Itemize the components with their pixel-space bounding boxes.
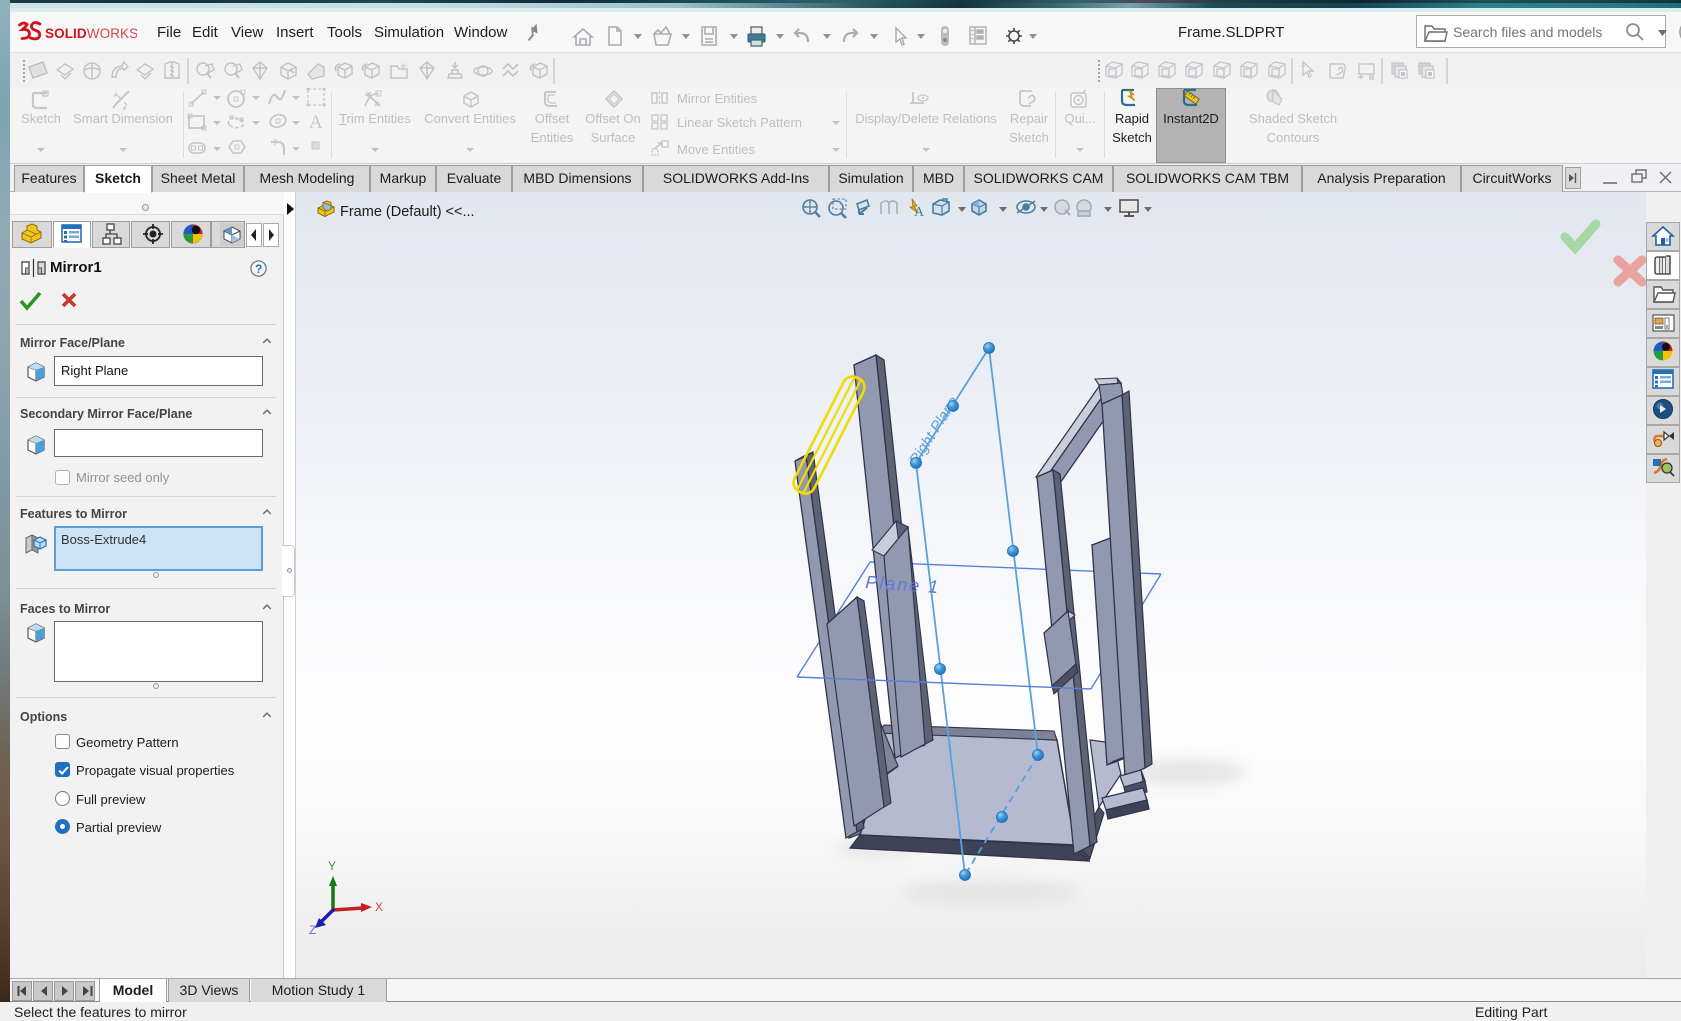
- svg-text:?: ?: [255, 262, 262, 276]
- svg-text:Z: Z: [309, 923, 316, 937]
- svg-text:Frame (Default) <<...: Frame (Default) <<...: [340, 204, 475, 220]
- svg-text:X: X: [375, 900, 383, 914]
- svg-text:Plane 1: Plane 1: [865, 572, 941, 597]
- svg-text:Y: Y: [328, 859, 336, 873]
- svg-text:A: A: [309, 112, 323, 133]
- svg-text:A: A: [914, 205, 925, 220]
- svg-text:SOLIDWORKS: SOLIDWORKS: [45, 26, 137, 41]
